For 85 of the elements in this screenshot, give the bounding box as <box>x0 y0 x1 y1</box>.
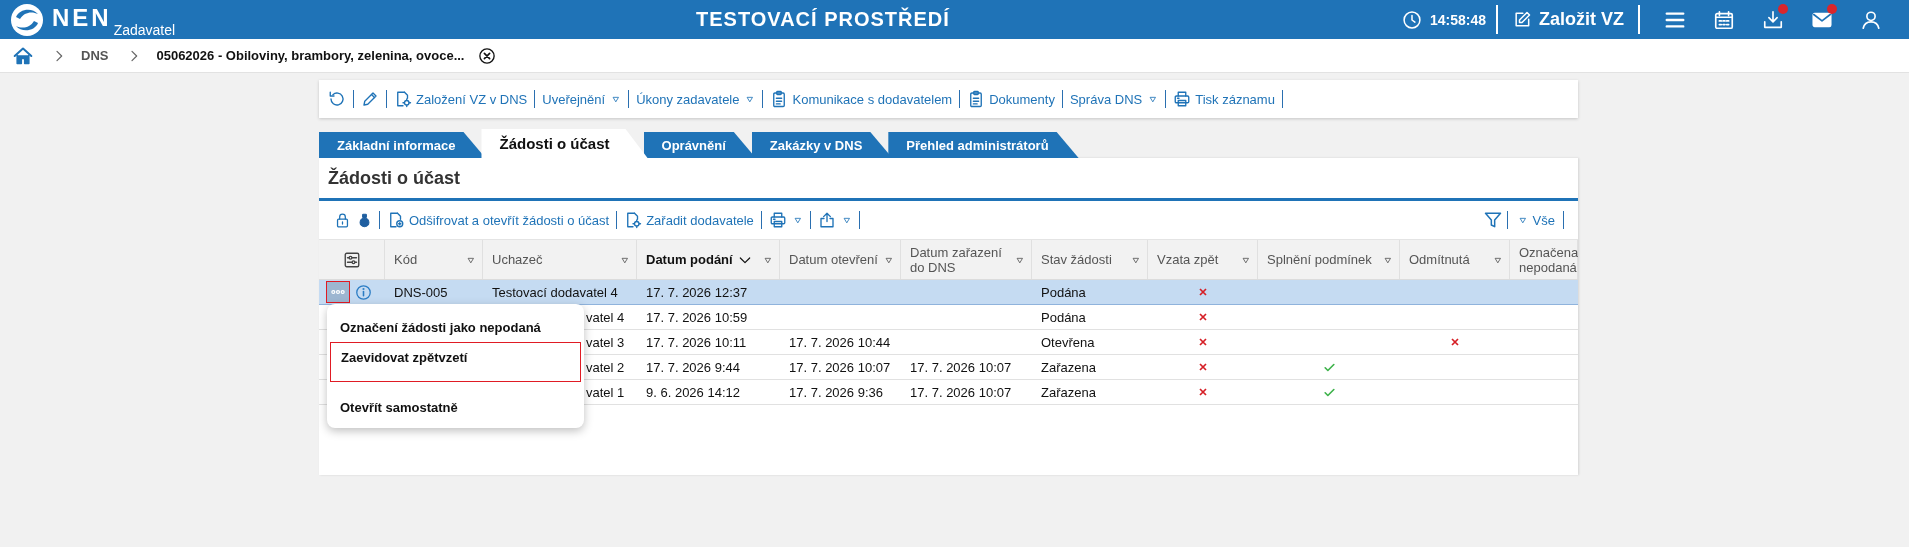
table-cell: Testovací dodavatel 4 <box>492 284 618 300</box>
column-header[interactable]: Stav žádosti <box>1032 240 1148 279</box>
cross-icon <box>1449 336 1461 348</box>
table-cell: vatel 1 <box>586 384 625 400</box>
table-cell: 17. 7. 2026 10:59 <box>646 309 748 325</box>
toolbar-button[interactable]: Komunikace s dodavatelem <box>767 87 956 111</box>
printer-icon <box>768 211 787 229</box>
caret-icon <box>745 94 756 104</box>
create-button[interactable]: Založit VZ <box>1508 9 1628 30</box>
cross-icon <box>1197 286 1209 298</box>
cross-icon <box>1197 336 1209 348</box>
column-header[interactable]: Vzata zpět <box>1148 240 1258 279</box>
lock-icon[interactable] <box>334 211 351 229</box>
table-cell: 17. 7. 2026 10:44 <box>789 334 891 350</box>
column-settings-icon[interactable] <box>342 250 361 269</box>
seal-icon[interactable] <box>357 212 372 228</box>
table-cell: Podána <box>1041 284 1086 300</box>
close-icon[interactable] <box>478 46 497 65</box>
table-cell: Zařazena <box>1041 359 1096 375</box>
caret-icon <box>792 215 803 225</box>
table-cell: vatel 2 <box>586 359 625 375</box>
pencil-icon <box>361 90 379 108</box>
column-header[interactable]: Datum podání <box>637 240 780 279</box>
table-cell: 17. 7. 2026 10:07 <box>910 384 1012 400</box>
table-cell: Otevřena <box>1041 334 1095 350</box>
refresh-icon <box>328 90 346 108</box>
table-row[interactable]: DNS-005 Testovací dodavatel 4 17. 7. 2026 12:37 Podána <box>319 280 1578 305</box>
table-cell: DNS-005 <box>394 284 448 300</box>
cross-icon <box>1197 311 1209 323</box>
tab[interactable]: Přehled administrátorů <box>888 132 1079 158</box>
table-cell: vatel 4 <box>586 309 625 325</box>
column-header[interactable]: Kód <box>385 240 483 279</box>
table-cell: Podána <box>1041 309 1086 325</box>
caret-icon <box>841 215 852 225</box>
table-cell: 9. 6. 2026 14:12 <box>646 384 740 400</box>
clock-time: 14:58:48 <box>1429 11 1486 28</box>
column-header[interactable]: Odmítnutá <box>1400 240 1510 279</box>
table-cell: 17. 7. 2026 10:07 <box>910 359 1012 375</box>
home-icon[interactable] <box>13 45 33 66</box>
filter-dropdown[interactable]: Vše <box>1511 212 1559 228</box>
toolbar-button[interactable]: Dokumenty <box>964 87 1058 111</box>
table-cell: 17. 7. 2026 10:11 <box>646 334 747 350</box>
filter-icon[interactable] <box>1482 210 1503 230</box>
brand-name: NEN <box>52 3 112 32</box>
breadcrumb-link[interactable]: DNS <box>81 48 109 63</box>
clock-icon <box>1401 9 1422 30</box>
toolbar-button[interactable]: Tisk záznamu <box>1170 87 1278 111</box>
column-header[interactable]: Datum zařazení do DNS <box>901 240 1032 279</box>
environment-title: TESTOVACÍ PROSTŘEDÍ <box>696 8 950 31</box>
caret-icon <box>611 94 622 104</box>
toolbar-button[interactable]: Odšifrovat a otevřít žádosti o účast <box>384 208 613 232</box>
document-gear-icon <box>624 211 643 229</box>
caret-icon <box>1517 215 1528 225</box>
printer-icon <box>1173 90 1192 108</box>
document-gear-icon <box>394 90 412 108</box>
column-header[interactable]: Uchazeč <box>483 240 637 279</box>
cross-icon <box>1197 361 1209 373</box>
table-cell: vatel 3 <box>586 334 625 350</box>
menu-item[interactable]: Zaevidovat zpětvzetí <box>330 342 581 382</box>
document-plus-icon <box>387 211 405 229</box>
calendar-icon[interactable] <box>1712 8 1735 31</box>
role-label: Zadavatel <box>113 22 176 38</box>
export-icon <box>817 211 836 229</box>
toolbar-button[interactable]: Uveřejnění <box>539 87 625 111</box>
column-header[interactable]: Označena nepodaná <box>1510 240 1578 279</box>
breadcrumb-link[interactable]: 05062026 - Obiloviny, brambory, zelenina, ovoce... <box>156 48 465 63</box>
toolbar-button[interactable]: Úkony zadavatele <box>633 87 759 111</box>
table-cell: 17. 7. 2026 9:44 <box>646 359 740 375</box>
info-icon[interactable] <box>355 283 372 301</box>
tab[interactable]: Žádosti o účast <box>481 129 648 158</box>
section-title: Žádosti o účast <box>319 158 1578 201</box>
column-header[interactable]: Datum otevření <box>780 240 901 279</box>
table-cell: 17. 7. 2026 9:36 <box>789 384 883 400</box>
column-header[interactable]: Splnění podmínek <box>1258 240 1400 279</box>
table-cell: Zařazena <box>1041 384 1096 400</box>
table-cell: 17. 7. 2026 10:07 <box>789 359 891 375</box>
toolbar-button[interactable]: Zařadit dodavatele <box>621 208 757 232</box>
table-cell: 17. 7. 2026 12:37 <box>646 284 748 300</box>
download-icon[interactable] <box>1761 8 1784 31</box>
edit-icon <box>1512 9 1532 30</box>
toolbar-button[interactable]: Správa DNS <box>1066 87 1162 111</box>
toolbar-button[interactable]: Založení VZ v DNS <box>391 87 531 111</box>
user-icon[interactable] <box>1859 8 1882 31</box>
caret-icon <box>1148 94 1159 104</box>
cross-icon <box>1197 386 1209 398</box>
